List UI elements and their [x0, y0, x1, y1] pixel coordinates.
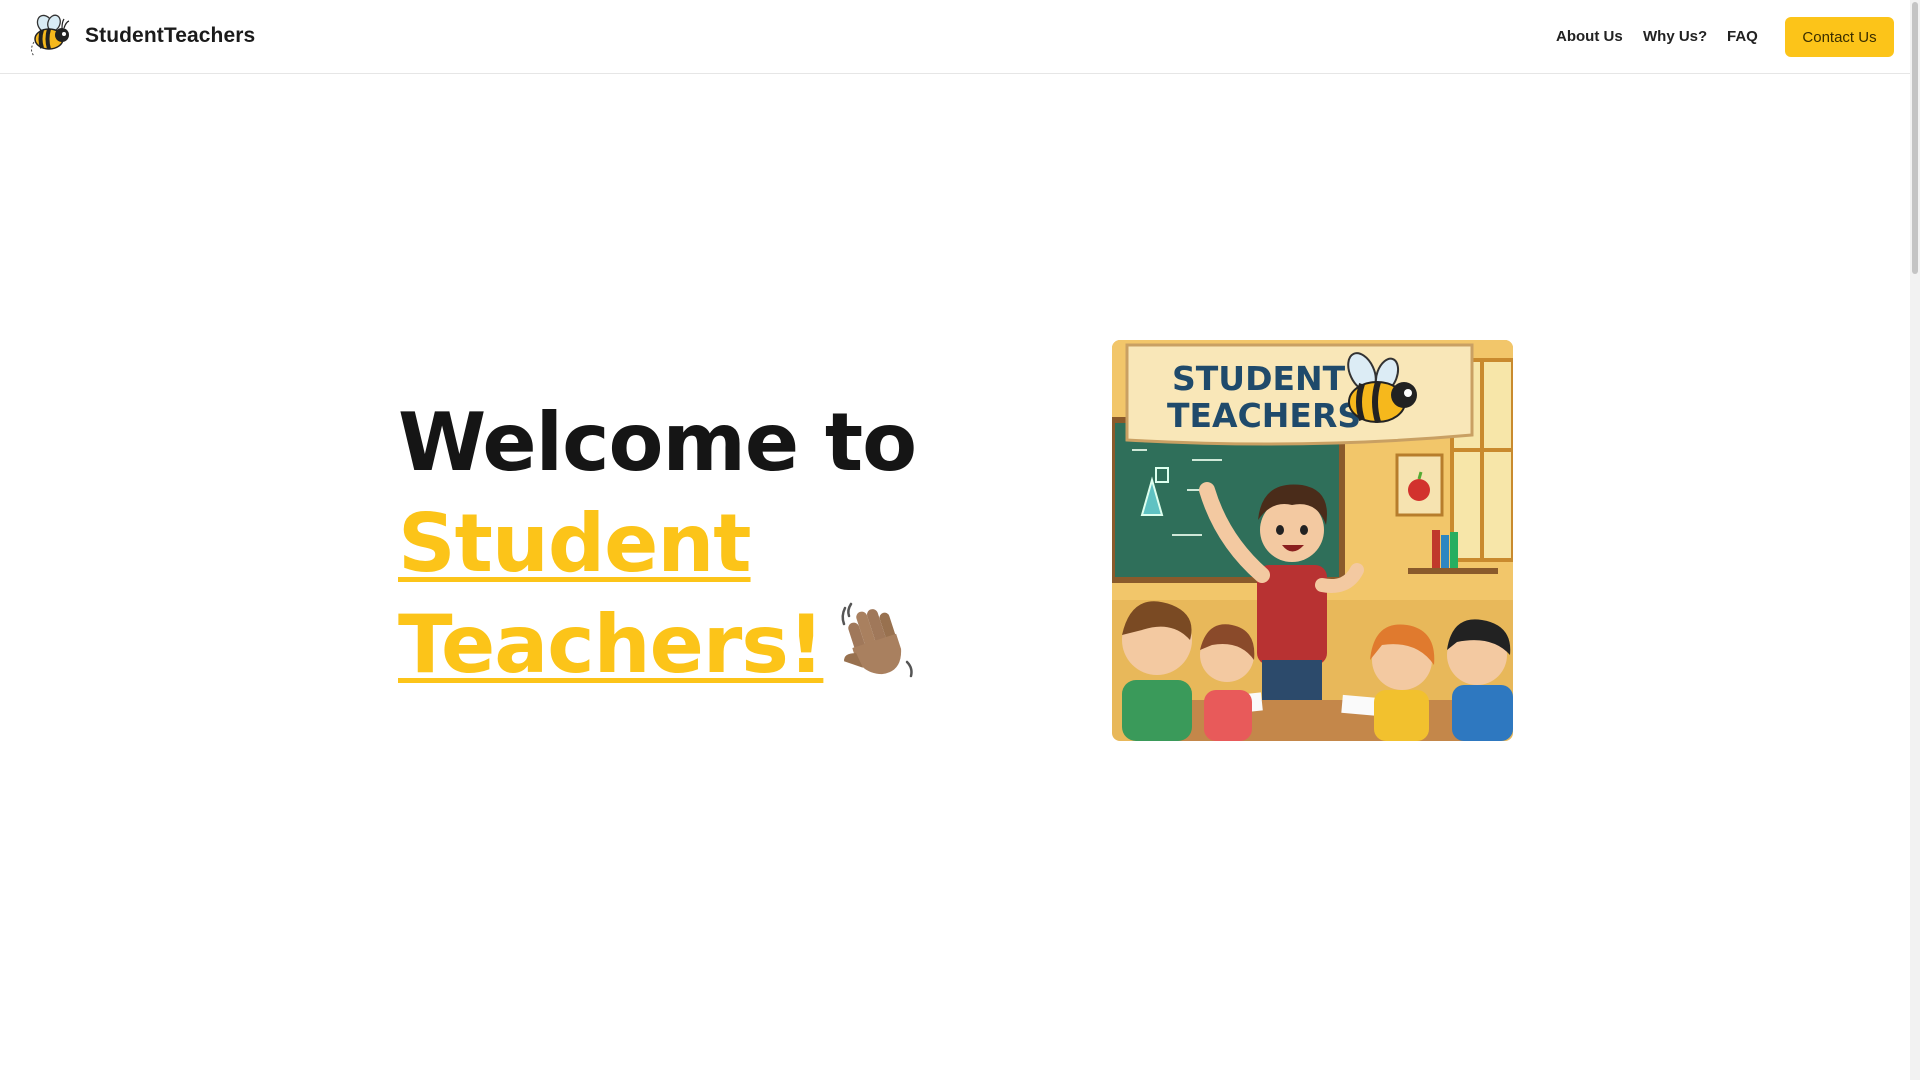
nav-about: About Us — [1556, 0, 1623, 73]
brand-name: StudentTeachers — [85, 24, 256, 47]
nav-link-about-us[interactable]: About Us — [1556, 28, 1623, 45]
scrollbar-thumb[interactable] — [1912, 2, 1918, 274]
nav-link-faq[interactable]: FAQ — [1727, 28, 1758, 45]
hero-illustration: STUDENT TEACHERS — [1112, 340, 1513, 741]
classroom-illustration: STUDENT TEACHERS — [1112, 340, 1513, 741]
contact-us-button[interactable]: Contact Us — [1785, 17, 1894, 57]
waving-hand-icon — [841, 602, 914, 678]
nav-link-why-us[interactable]: Why Us? — [1643, 28, 1707, 45]
brand[interactable]: StudentTeachers — [28, 14, 255, 58]
bee-logo-icon — [31, 14, 70, 57]
top-navigation-bar: StudentTeachers About Us Why Us? FAQ Con… — [0, 0, 1910, 74]
hero-title-link-student[interactable]: Student — [398, 497, 752, 590]
hero-title: Welcome to Student Teachers! — [398, 392, 958, 695]
hero-title-link-teachers[interactable]: Teachers! — [398, 598, 824, 691]
hero-title-line-1: Welcome to — [398, 396, 917, 489]
nav-why: Why Us? — [1643, 0, 1707, 73]
banner-text-line-1: STUDENT — [1172, 359, 1346, 398]
page-scrollbar[interactable] — [1910, 0, 1920, 1080]
banner-text-line-2: TEACHERS — [1167, 396, 1361, 435]
nav-faq: FAQ — [1727, 0, 1758, 73]
